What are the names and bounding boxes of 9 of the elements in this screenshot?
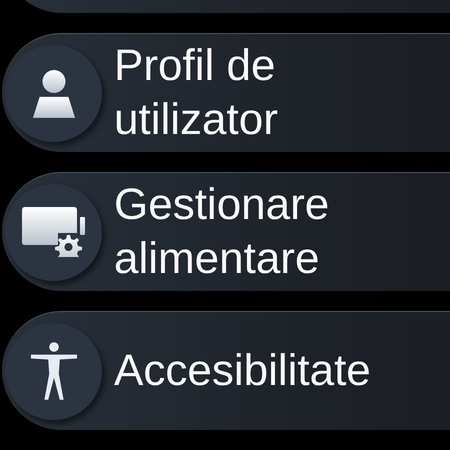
menu-item[interactable]: Gestionare alimentare bbox=[2, 172, 450, 291]
menu-item-label: Gestionare alimentare bbox=[114, 179, 330, 285]
menu-item-label: Accesibilitate bbox=[114, 345, 372, 397]
battery-gear-icon bbox=[20, 207, 88, 257]
user-icon bbox=[30, 68, 76, 118]
menu-item[interactable]: Profil de utilizator bbox=[2, 33, 450, 152]
menu-item[interactable]: Accesibilitate bbox=[2, 311, 450, 430]
accessibility-icon bbox=[30, 341, 78, 401]
menu-item-label: Profil de utilizator bbox=[114, 40, 279, 146]
